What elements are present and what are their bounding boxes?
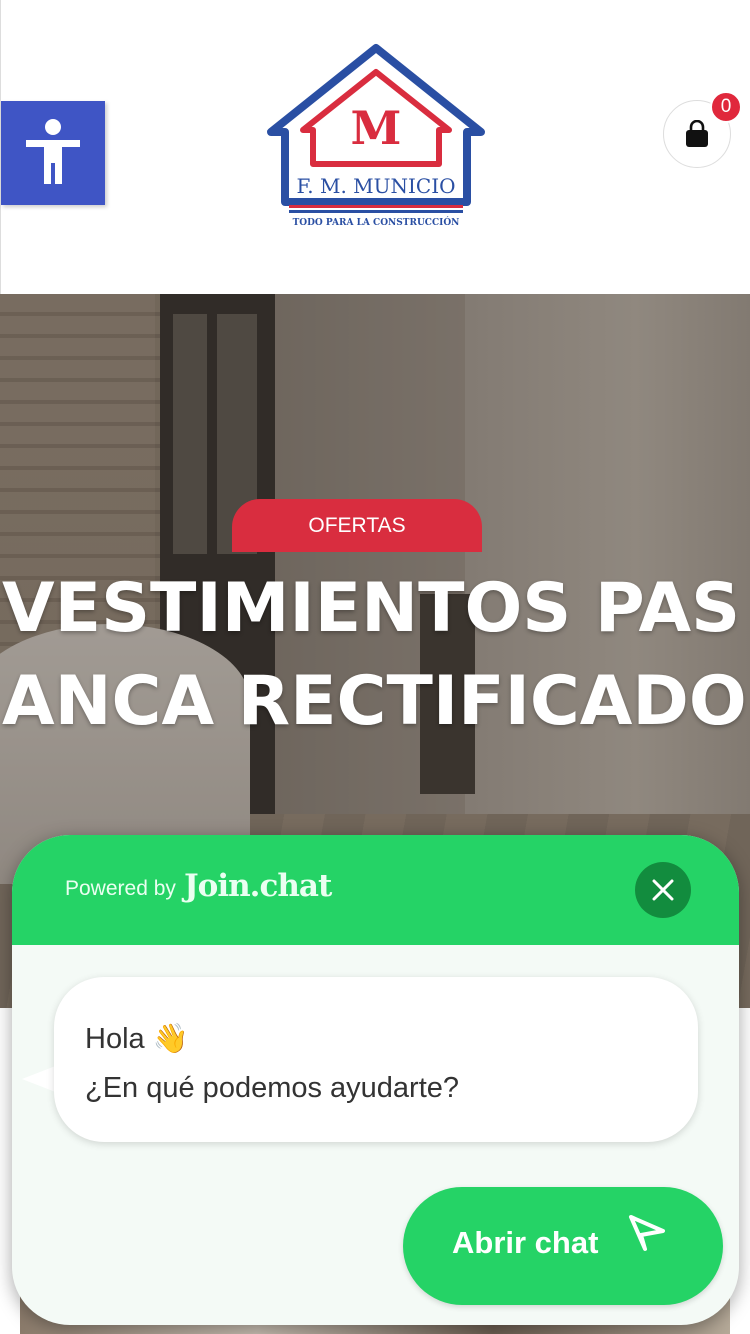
wave-emoji-icon: 👋 [152,1023,189,1055]
chat-header: Powered by Join.chat [12,835,739,945]
site-header: M F. M. MUNICIO TODO PARA LA CONSTRUCCIÓ… [0,0,750,294]
hero-title-line2: ANCA RECTIFICADO [2,662,747,741]
powered-by-label: Powered by [65,877,176,900]
logo-name: F. M. MUNICIO [296,174,455,198]
joinchat-brand-logo[interactable]: Join.chat [184,868,332,904]
logo-letter: M [351,101,402,155]
logo-tagline: TODO PARA LA CONSTRUCCIÓN [293,216,460,228]
chat-widget: Powered by Join.chat Hola 👋 ¿En qué pode… [12,835,739,1325]
chat-close-button[interactable] [635,862,691,918]
greeting-line1: Hola [85,1023,145,1055]
ofertas-badge[interactable]: OFERTAS [232,499,482,552]
chat-message-text: Hola 👋 ¿En qué podemos ayudarte? [85,1015,459,1113]
company-logo[interactable]: M F. M. MUNICIO TODO PARA LA CONSTRUCCIÓ… [263,42,489,232]
hero-title: VESTIMIENTOS PAS ANCA RECTIFICADO [0,562,750,748]
close-icon [652,879,674,901]
open-chat-button[interactable]: Abrir chat [403,1187,723,1305]
hero-title-line1: VESTIMIENTOS PAS [2,569,741,648]
accessibility-button[interactable] [1,101,105,205]
open-chat-label: Abrir chat [452,1225,599,1260]
cart-count-badge: 0 [710,91,742,123]
greeting-line2: ¿En qué podemos ayudarte? [85,1072,460,1104]
accessibility-person-icon [26,119,80,184]
shopping-bag-icon [686,120,708,147]
send-icon [629,1215,665,1251]
